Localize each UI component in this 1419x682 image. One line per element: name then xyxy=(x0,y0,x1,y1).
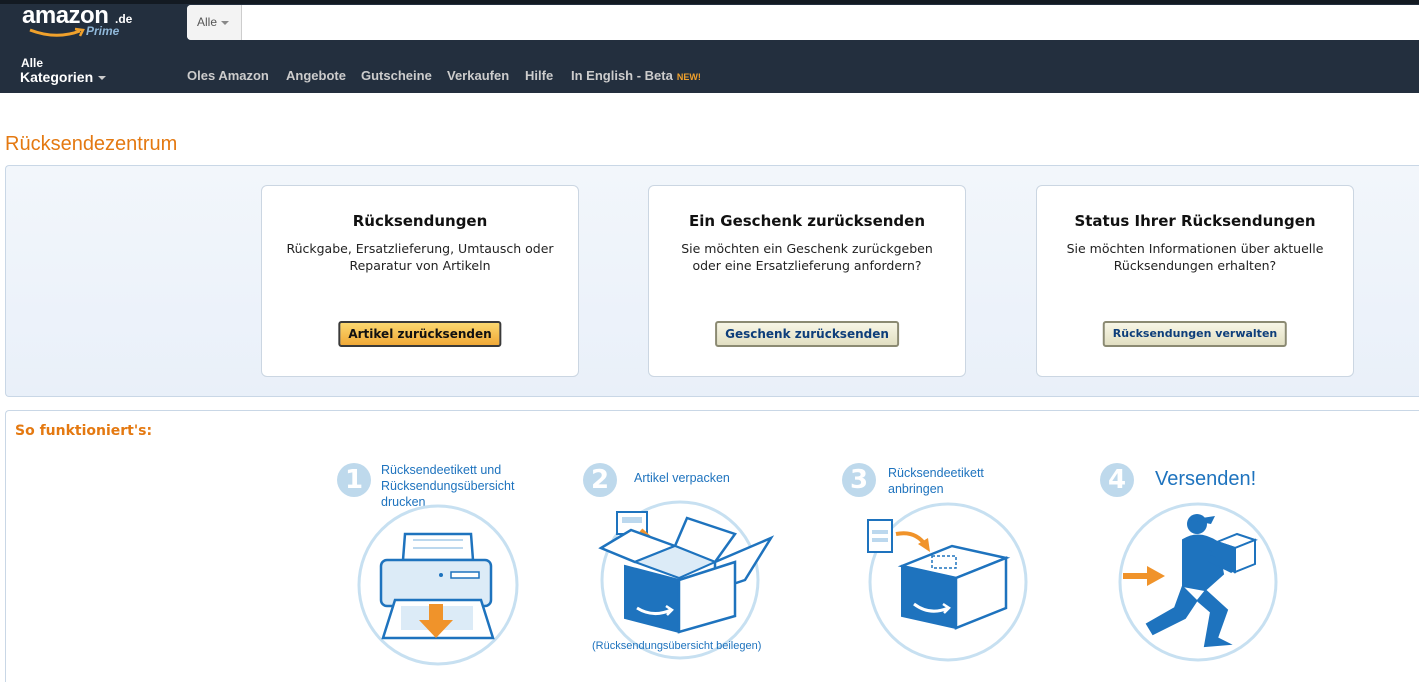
search-category-dropdown[interactable]: Alle xyxy=(187,5,242,40)
step-2-label: Artikel verpacken xyxy=(634,471,730,485)
card-description: Rückgabe, Ersatzlieferung, Umtausch oder… xyxy=(274,240,566,274)
nav-oles-amazon[interactable]: Oles Amazon xyxy=(187,68,269,83)
return-item-button[interactable]: Artikel zurücksenden xyxy=(338,321,502,347)
nav-verkaufen[interactable]: Verkaufen xyxy=(447,68,509,83)
return-gift-button[interactable]: Geschenk zurücksenden xyxy=(715,321,899,347)
page-title: Rücksendezentrum xyxy=(5,133,178,155)
nav-gutscheine[interactable]: Gutscheine xyxy=(361,68,432,83)
step-3-label: Rücksendeetikett anbringen xyxy=(888,465,984,497)
step-3-number: 3 xyxy=(842,463,876,497)
card-description: Sie möchten Informationen über aktuelle R… xyxy=(1049,240,1341,274)
printer-icon xyxy=(357,504,519,666)
logo-prime-label: Prime xyxy=(86,24,120,38)
card-returns: Rücksendungen Rückgabe, Ersatzlieferung,… xyxy=(261,185,579,377)
card-description-line: Sie möchten ein Geschenk zurückgeben xyxy=(681,241,933,256)
nav-in-english-label: In English - Beta xyxy=(571,68,673,83)
step-4-label: Versenden! xyxy=(1155,468,1257,490)
nav-in-english[interactable]: In English - Beta NEW! xyxy=(571,68,701,83)
step-label-line: Rücksendeetikett und xyxy=(381,463,502,477)
step-4-number: 4 xyxy=(1100,463,1134,497)
categories-label: Kategorien xyxy=(20,69,94,85)
categories-label-small[interactable]: Alle xyxy=(21,56,43,70)
search-category-label: Alle xyxy=(197,15,218,29)
manage-returns-button[interactable]: Rücksendungen verwalten xyxy=(1102,321,1288,347)
header-top-strip xyxy=(0,0,1419,4)
step-1-number: 1 xyxy=(337,463,371,497)
label-box-icon xyxy=(867,502,1028,662)
amazon-logo[interactable]: amazon .de Prime xyxy=(20,2,170,46)
search-bar: Alle xyxy=(187,5,1419,40)
top-header: amazon .de Prime Alle Alle Kategorien Ol… xyxy=(0,0,1419,93)
card-description-line: Rückgabe, Ersatzlieferung, Umtausch oder xyxy=(286,241,554,256)
step-label-line: Rücksendeetikett xyxy=(888,466,984,480)
card-return-status: Status Ihrer Rücksendungen Sie möchten I… xyxy=(1036,185,1354,377)
card-description-line: Reparatur von Artikeln xyxy=(349,258,491,273)
step-2-note: (Rücksendungsübersicht beilegen) xyxy=(592,640,762,652)
search-input[interactable] xyxy=(243,5,1413,40)
card-description-line: Rücksendungen erhalten? xyxy=(1113,258,1277,273)
nav-hilfe[interactable]: Hilfe xyxy=(525,68,553,83)
how-it-works-title: So funktioniert's: xyxy=(15,423,153,439)
card-description-line: oder eine Ersatzlieferung anfordern? xyxy=(692,258,922,273)
nav-angebote[interactable]: Angebote xyxy=(286,68,346,83)
step-label-line: Rücksendungsübersicht xyxy=(381,479,515,493)
caret-down-icon xyxy=(98,76,107,81)
new-badge: NEW! xyxy=(676,72,701,82)
card-title: Ein Geschenk zurücksenden xyxy=(688,212,926,230)
card-title: Rücksendungen xyxy=(352,212,488,230)
categories-menu[interactable]: Kategorien xyxy=(20,69,107,85)
step-label-line: anbringen xyxy=(888,482,944,496)
card-title: Status Ihrer Rücksendungen xyxy=(1074,212,1316,230)
step-2-number: 2 xyxy=(583,463,617,497)
card-description-line: Sie möchten Informationen über aktuelle xyxy=(1066,241,1324,256)
caret-down-icon xyxy=(221,20,230,25)
card-description: Sie möchten ein Geschenk zurückgeben oder… xyxy=(661,240,953,274)
card-gift-return: Ein Geschenk zurücksenden Sie möchten ei… xyxy=(648,185,966,377)
smile-logo-icon xyxy=(29,27,85,37)
delivery-man-icon xyxy=(1118,502,1278,662)
